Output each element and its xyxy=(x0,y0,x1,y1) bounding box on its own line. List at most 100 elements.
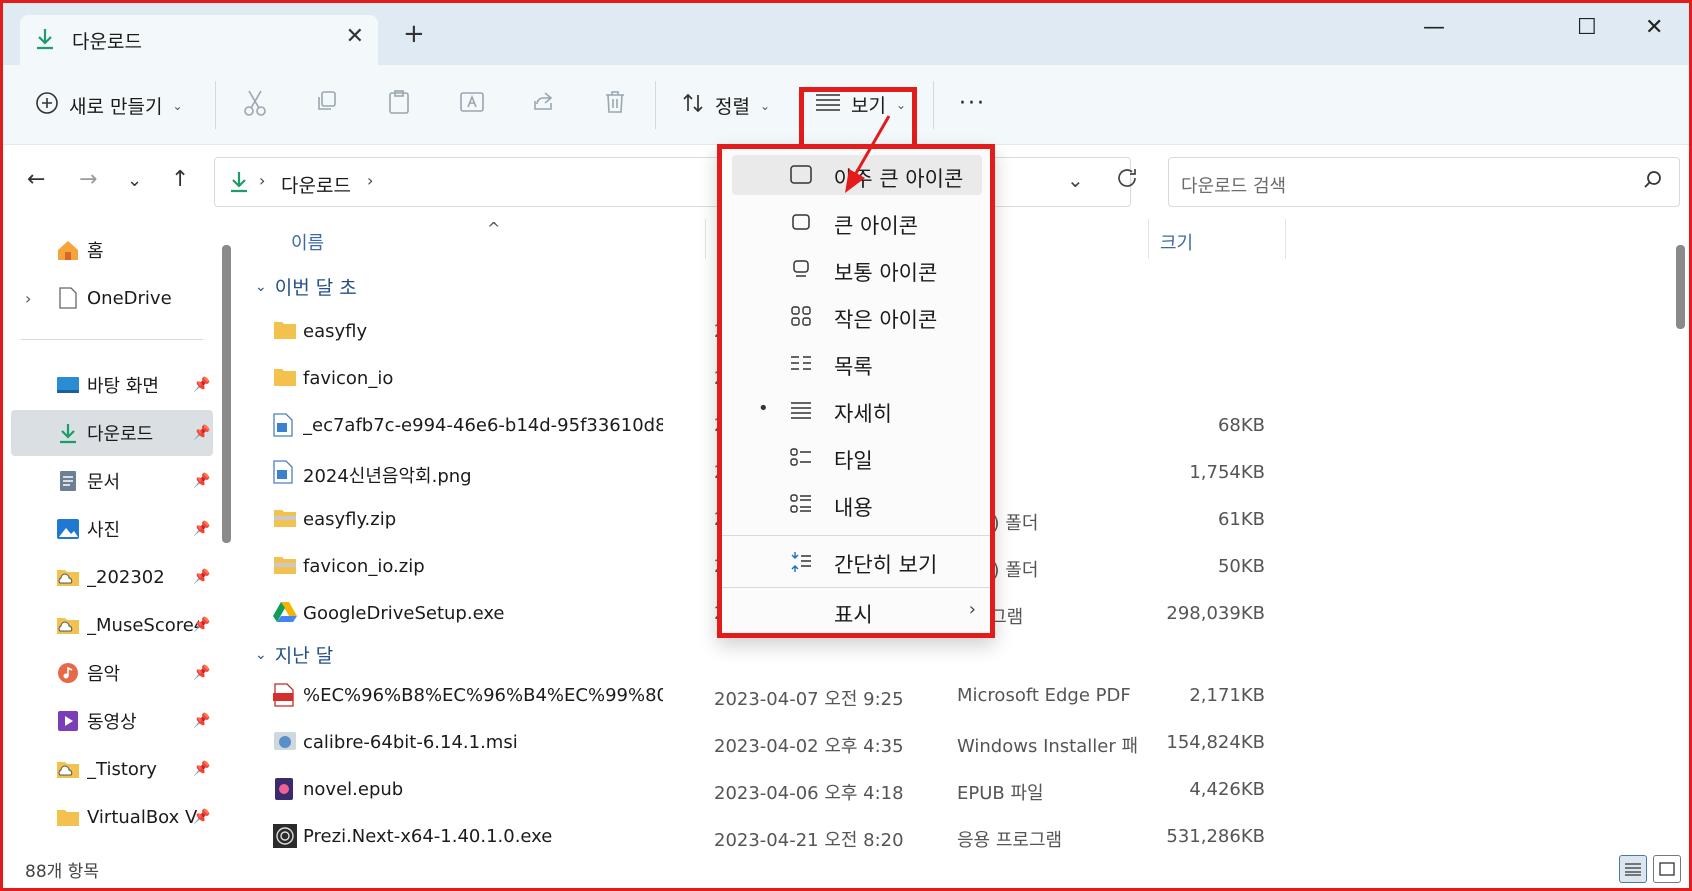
delete-icon[interactable] xyxy=(603,89,627,120)
file-size: 154,824KB xyxy=(1166,732,1265,753)
file-row[interactable]: %EC%96%B8%EC%96%B4%EC%99%80%EC%8... 2023… xyxy=(235,673,1635,719)
sidebar-scrollbar[interactable] xyxy=(222,245,231,543)
tab-bar: 다운로드 ✕ + — ☐ ✕ xyxy=(3,3,1689,65)
pictures-icon xyxy=(55,517,81,541)
forward-arrow-icon[interactable]: → xyxy=(79,167,97,192)
sidebar-item-folder-virtualbox[interactable]: VirtualBox VMs 📌 xyxy=(11,794,213,840)
collapse-chevron-icon: ⌄ xyxy=(255,646,267,663)
menu-item-large-icons[interactable]: 큰 아이콘 xyxy=(732,202,982,242)
folder-icon xyxy=(273,366,297,390)
sidebar-item-pictures[interactable]: 사진 📌 xyxy=(11,506,213,552)
menu-item-label: 자세히 xyxy=(834,402,892,426)
menu-item-details[interactable]: • 자세히 xyxy=(732,390,982,430)
minimize-button[interactable]: — xyxy=(1423,15,1445,40)
explorer-window: 다운로드 ✕ + — ☐ ✕ 새로 만들기 ⌄ 정렬 ⌄ ··· 보기 ⌄ ← … xyxy=(0,0,1692,891)
sidebar-item-folder-tistory[interactable]: _Tistory 📌 xyxy=(11,746,213,792)
maximize-button[interactable]: ☐ xyxy=(1577,15,1597,40)
sidebar-item-music[interactable]: 음악 📌 xyxy=(11,650,213,696)
menu-item-tiles[interactable]: 타일 xyxy=(732,437,982,477)
new-tab-button[interactable]: + xyxy=(403,21,425,47)
sidebar-item-onedrive[interactable]: › OneDrive xyxy=(11,275,213,321)
view-button[interactable]: 보기 ⌄ xyxy=(815,91,906,118)
sidebar-item-home[interactable]: 홈 xyxy=(11,227,213,273)
expand-chevron-icon[interactable]: › xyxy=(25,289,31,308)
share-icon[interactable] xyxy=(531,89,557,118)
menu-item-show[interactable]: 표시 › xyxy=(732,591,982,631)
breadcrumb-separator-icon[interactable]: › xyxy=(367,171,373,190)
column-divider[interactable] xyxy=(705,219,706,259)
pin-icon: 📌 xyxy=(193,617,211,633)
sidebar-item-desktop[interactable]: 바탕 화면 📌 xyxy=(11,362,213,408)
file-type: Microsoft Edge PDF ... xyxy=(957,685,1137,706)
menu-item-label: 큰 아이콘 xyxy=(834,214,918,238)
file-row[interactable]: novel.epub 2023-04-06 오후 4:18 EPUB 파일 4,… xyxy=(235,767,1635,813)
chevron-down-icon: ⌄ xyxy=(895,97,907,112)
menu-item-extra-large-icons[interactable]: 아주 큰 아이콘 xyxy=(732,155,982,195)
more-icon: ··· xyxy=(959,91,986,116)
file-type: 응용 프로그램 xyxy=(957,830,1063,851)
tab-downloads[interactable]: 다운로드 ✕ xyxy=(20,15,378,65)
search-box[interactable]: 다운로드 검색 xyxy=(1168,157,1680,207)
file-name: favicon_io xyxy=(303,368,394,389)
sidebar-item-documents[interactable]: 문서 📌 xyxy=(11,458,213,504)
group-header-last-month[interactable]: ⌄ 지난 달 xyxy=(255,641,333,668)
file-name: calibre-64bit-6.14.1.msi xyxy=(303,732,518,753)
back-arrow-icon[interactable]: ← xyxy=(27,167,45,192)
rename-icon[interactable] xyxy=(459,89,485,120)
videos-icon xyxy=(55,709,81,733)
file-size: 531,286KB xyxy=(1166,826,1265,847)
large-icons-view-toggle[interactable] xyxy=(1653,855,1681,883)
music-icon xyxy=(55,661,81,685)
collapse-chevron-icon: ⌄ xyxy=(255,278,267,295)
sidebar-item-videos[interactable]: 동영상 📌 xyxy=(11,698,213,744)
menu-item-content[interactable]: 내용 xyxy=(732,484,982,524)
breadcrumb-downloads[interactable]: 다운로드 xyxy=(281,171,351,198)
tab-close-icon[interactable]: ✕ xyxy=(346,24,364,49)
sidebar-item-label: 사진 xyxy=(87,520,121,541)
column-header-name[interactable]: 이름 xyxy=(291,229,324,255)
up-arrow-icon[interactable]: ↑ xyxy=(171,167,189,192)
pin-icon: 📌 xyxy=(193,377,211,393)
file-list-scrollbar[interactable] xyxy=(1676,245,1685,329)
sidebar-item-folder-202302[interactable]: _202302 📌 xyxy=(11,554,213,600)
column-divider[interactable] xyxy=(1285,219,1286,259)
recent-locations-chevron-icon[interactable]: ⌄ xyxy=(127,170,142,191)
menu-item-label: 타일 xyxy=(834,449,873,473)
new-button-label: 새로 만들기 xyxy=(69,96,163,118)
folder-icon xyxy=(273,319,297,343)
chevron-down-icon: ⌄ xyxy=(172,98,183,113)
close-window-button[interactable]: ✕ xyxy=(1645,15,1663,40)
sort-ascending-icon: ^ xyxy=(487,219,501,238)
paste-icon[interactable] xyxy=(387,89,411,120)
file-type: Windows Installer 패... xyxy=(957,736,1137,757)
submenu-chevron-icon: › xyxy=(968,599,976,620)
address-dropdown-icon[interactable]: ⌄ xyxy=(1067,168,1084,192)
menu-item-small-icons[interactable]: 작은 아이콘 xyxy=(732,296,982,336)
cut-icon[interactable] xyxy=(243,89,267,122)
download-icon xyxy=(34,27,56,56)
details-view-toggle[interactable] xyxy=(1619,855,1647,883)
sort-button[interactable]: 정렬 ⌄ xyxy=(681,91,770,120)
breadcrumb-separator-icon[interactable]: › xyxy=(259,171,265,190)
file-date: 2023-04-07 오전 9:25 xyxy=(714,689,904,710)
sidebar-item-downloads[interactable]: 다운로드 📌 xyxy=(11,410,213,456)
menu-item-medium-icons[interactable]: 보통 아이콘 xyxy=(732,249,982,289)
more-options-button[interactable]: ··· xyxy=(959,91,986,116)
image-file-icon xyxy=(273,413,297,437)
column-divider[interactable] xyxy=(1148,219,1149,259)
sidebar-item-label: VirtualBox VMs xyxy=(87,806,199,828)
file-row[interactable]: calibre-64bit-6.14.1.msi 2023-04-02 오후 4… xyxy=(235,720,1635,766)
menu-item-compact-view[interactable]: 간단히 보기 xyxy=(732,541,982,581)
compact-view-icon xyxy=(790,551,812,572)
group-header-this-month[interactable]: ⌄ 이번 달 초 xyxy=(255,273,357,300)
new-button[interactable]: 새로 만들기 ⌄ xyxy=(35,91,183,120)
file-name: GoogleDriveSetup.exe xyxy=(303,603,505,624)
sidebar-item-folder-musescore[interactable]: _MuseScore4 📌 xyxy=(11,602,213,648)
column-header-size[interactable]: 크기 xyxy=(1160,229,1193,255)
sidebar-item-label: 다운로드 xyxy=(87,424,154,445)
menu-item-list[interactable]: 목록 xyxy=(732,343,982,383)
copy-icon[interactable] xyxy=(315,89,339,118)
tab-title: 다운로드 xyxy=(72,31,142,53)
sidebar-item-label: 바탕 화면 xyxy=(87,376,159,397)
refresh-icon[interactable] xyxy=(1115,166,1139,195)
